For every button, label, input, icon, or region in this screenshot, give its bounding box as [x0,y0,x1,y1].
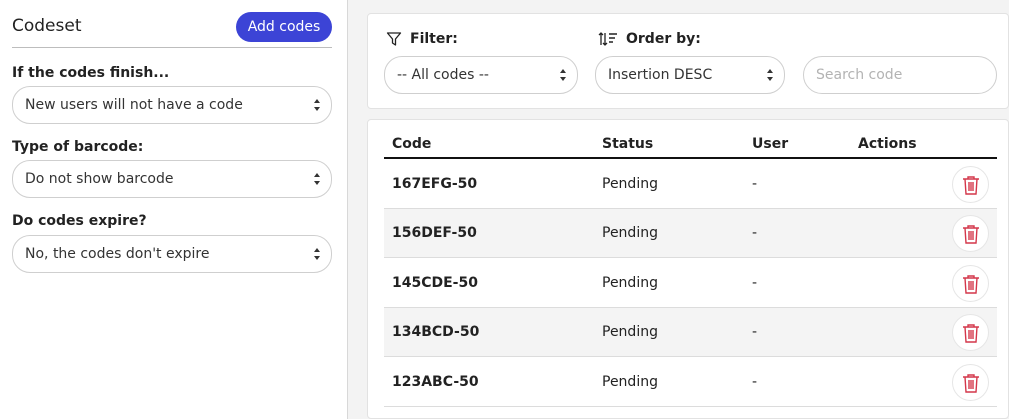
header-code: Code [392,136,432,152]
status-cell: Pending [602,275,658,291]
select-arrows-icon [313,248,321,260]
table-row: 156DEF-50 Pending - [384,209,997,258]
header-actions: Actions [858,136,917,152]
search-code-input[interactable] [803,56,997,94]
user-cell: - [752,275,758,291]
trash-icon [962,224,979,244]
trash-icon [962,274,979,294]
code-cell: 167EFG-50 [392,176,478,192]
barcode-type-label: Type of barcode: [12,139,144,155]
funnel-icon [386,32,402,46]
codeset-header: Codeset Add codes [12,10,332,48]
trash-icon [962,175,979,195]
codes-expire-select[interactable]: No, the codes don't expire [12,235,332,273]
code-cell: 134BCD-50 [392,324,480,340]
status-cell: Pending [602,225,658,241]
barcode-type-select[interactable]: Do not show barcode [12,160,332,198]
delete-button[interactable] [952,314,989,351]
table-row: 145CDE-50 Pending - [384,259,997,308]
trash-icon [962,323,979,343]
header-user: User [752,136,789,152]
order-value: Insertion DESC [608,67,713,83]
delete-button[interactable] [952,265,989,302]
filter-label: Filter: [410,31,458,47]
delete-button[interactable] [952,166,989,203]
codes-expire-label: Do codes expire? [12,213,147,229]
table-header: Code Status User Actions [384,132,997,159]
select-arrows-icon [313,173,321,185]
codes-table: Code Status User Actions 167EFG-50 Pendi… [367,119,1009,419]
codeset-settings-panel: Codeset Add codes If the codes finish...… [0,0,348,419]
delete-button[interactable] [952,215,989,252]
code-cell: 123ABC-50 [392,374,479,390]
user-cell: - [752,225,758,241]
select-arrows-icon [313,99,321,111]
sort-icon [598,32,617,46]
filter-select[interactable]: -- All codes -- [384,56,578,94]
code-cell: 145CDE-50 [392,275,478,291]
trash-icon [962,373,979,393]
filter-label-group: Filter: [386,31,458,47]
barcode-type-value: Do not show barcode [25,171,174,187]
table-row: 167EFG-50 Pending - [384,160,997,209]
filter-toolbar: Filter: -- All codes -- Order by: Insert… [367,13,1009,109]
select-arrows-icon [766,69,774,81]
order-label: Order by: [626,31,701,47]
status-cell: Pending [602,176,658,192]
add-codes-button[interactable]: Add codes [236,12,332,42]
order-select[interactable]: Insertion DESC [595,56,785,94]
table-row: 134BCD-50 Pending - [384,308,997,357]
code-cell: 156DEF-50 [392,225,477,241]
codes-expire-value: No, the codes don't expire [25,246,210,262]
status-cell: Pending [602,374,658,390]
codeset-title: Codeset [12,16,82,36]
codes-finish-value: New users will not have a code [25,97,243,113]
delete-button[interactable] [952,364,989,401]
table-row: 123ABC-50 Pending - [384,358,997,407]
user-cell: - [752,176,758,192]
codes-finish-select[interactable]: New users will not have a code [12,86,332,124]
user-cell: - [752,324,758,340]
filter-value: -- All codes -- [397,67,489,83]
user-cell: - [752,374,758,390]
order-label-group: Order by: [598,31,701,47]
select-arrows-icon [559,69,567,81]
codes-finish-label: If the codes finish... [12,65,170,81]
header-status: Status [602,136,654,152]
status-cell: Pending [602,324,658,340]
